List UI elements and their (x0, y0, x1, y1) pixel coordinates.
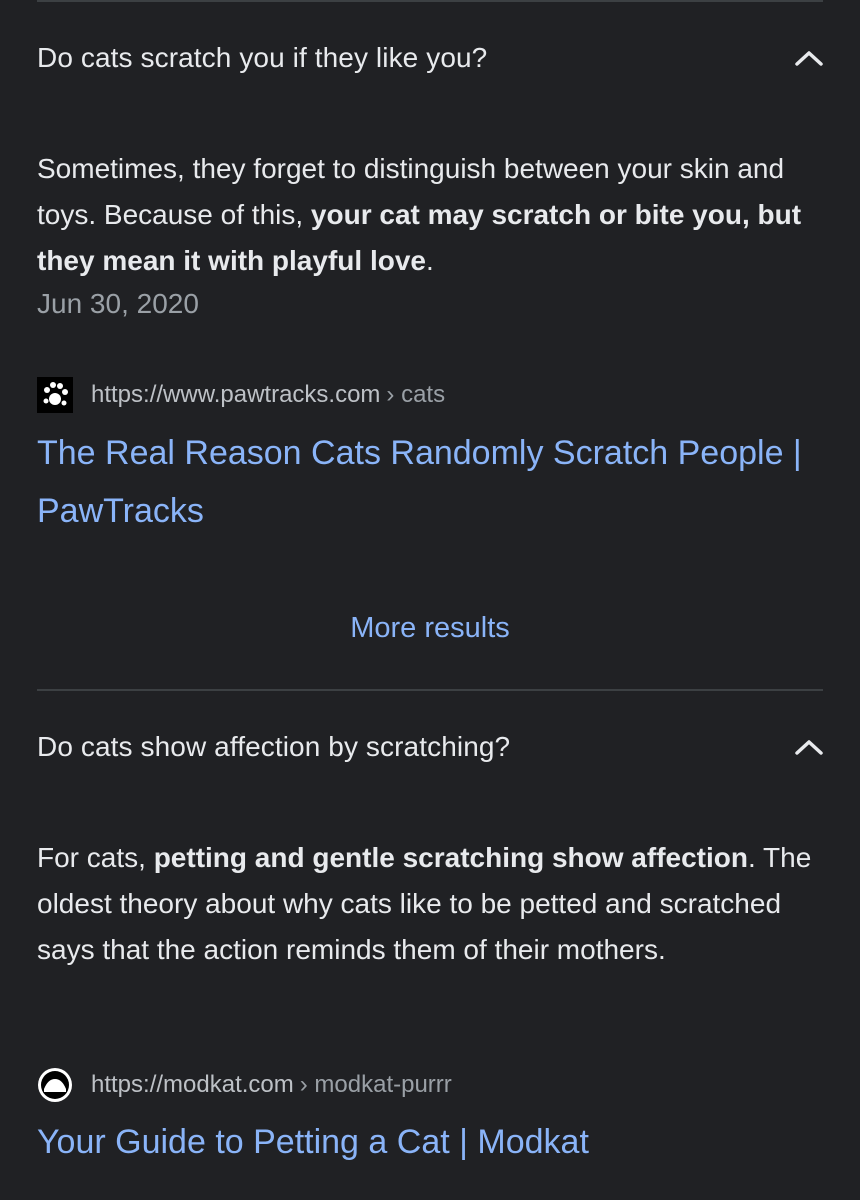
faq-question: Do cats show affection by scratching? (37, 731, 511, 762)
source-url: https://modkat.com (91, 1071, 294, 1098)
answer-text: For cats, (37, 842, 154, 873)
result-title-link[interactable]: Your Guide to Petting a Cat | Modkat (37, 1113, 837, 1171)
section-divider (37, 689, 823, 691)
answer-highlight: petting and gentle scratching show affec… (153, 842, 748, 873)
answer-text-end: . (425, 245, 434, 276)
modkat-icon (37, 1067, 73, 1103)
result-title-link[interactable]: The Real Reason Cats Randomly Scratch Pe… (37, 424, 837, 540)
top-divider (37, 0, 823, 2)
source-url: https://www.pawtracks.com (91, 381, 381, 408)
more-results-button[interactable]: More results (37, 612, 823, 645)
source-row[interactable]: https://www.pawtracks.com › cats (37, 375, 445, 415)
faq-question-row-1[interactable]: Do cats scratch you if they like you? (37, 28, 823, 88)
paw-icon (37, 377, 73, 413)
source-breadcrumb: › modkat-purrr (299, 1071, 452, 1098)
chevron-up-icon[interactable] (789, 727, 829, 767)
chevron-up-icon[interactable] (789, 38, 829, 78)
answer-date: Jun 30, 2020 (37, 288, 199, 319)
faq-question-row-2[interactable]: Do cats show affection by scratching? (37, 717, 823, 777)
source-breadcrumb: › cats (386, 381, 446, 408)
faq-question: Do cats scratch you if they like you? (37, 42, 488, 73)
faq-answer: Sometimes, they forget to distinguish be… (37, 146, 823, 284)
source-row[interactable]: https://modkat.com › modkat-purrr (37, 1065, 452, 1105)
faq-answer: For cats, petting and gentle scratching … (37, 835, 823, 973)
